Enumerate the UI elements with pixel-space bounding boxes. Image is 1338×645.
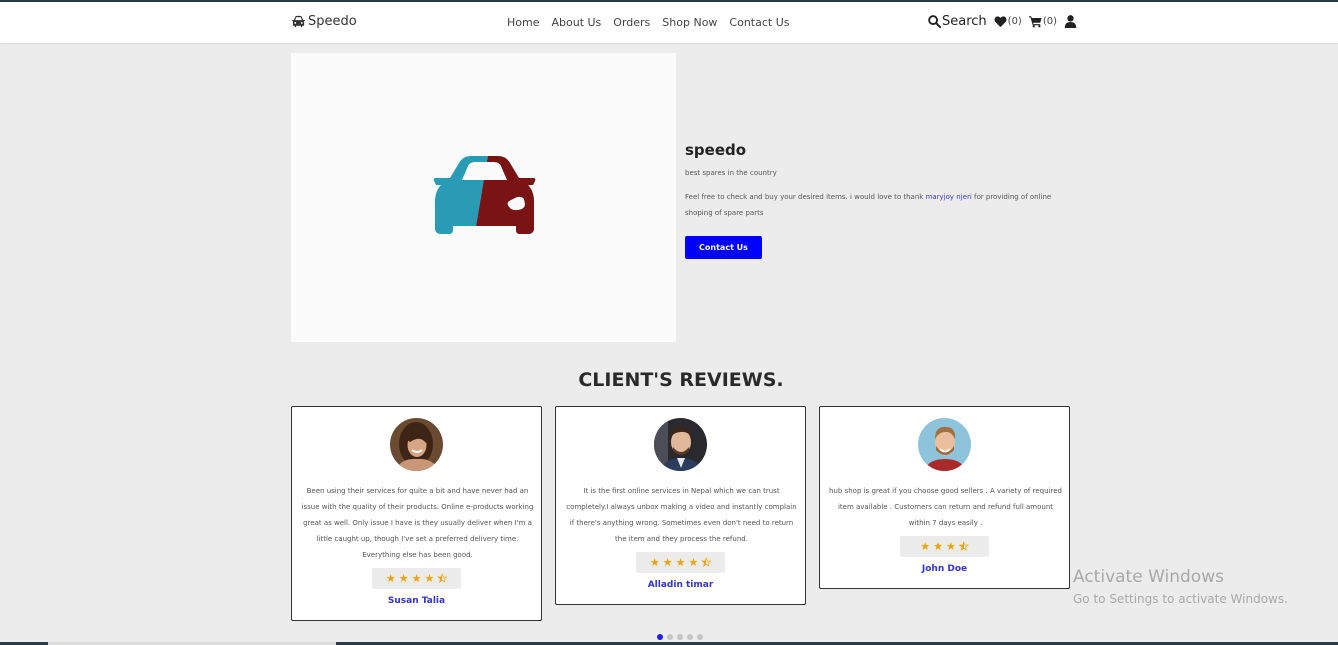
nav-link-home[interactable]: Home (507, 16, 539, 29)
windows-watermark-subtitle: Go to Settings to activate Windows. (1073, 592, 1288, 606)
star-icon: ★ (424, 572, 435, 585)
avatar (654, 418, 707, 471)
search-button[interactable]: Search (928, 14, 987, 29)
star-icon: ★ (933, 540, 943, 553)
star-half-icon: ★ (701, 556, 712, 569)
review-card: It is the first online services in Nepal… (555, 406, 806, 605)
star-icon: ★ (411, 572, 422, 585)
heart-icon (994, 16, 1007, 28)
car-logo-icon (433, 156, 536, 234)
reviews-heading: CLIENT'S REVIEWS. (578, 369, 784, 391)
brand-name: Speedo (308, 14, 357, 29)
logo-right-half (474, 156, 536, 234)
star-icon: ★ (920, 540, 931, 553)
review-card: Been using their services for quite a bi… (291, 406, 542, 621)
carousel-dots (657, 634, 703, 640)
rating-stars: ★ ★ ★ ★ ★ (372, 568, 461, 589)
search-label: Search (942, 14, 987, 29)
star-icon: ★ (946, 540, 956, 553)
reviewer-name: Alladin timar (647, 580, 714, 590)
nav-link-about[interactable]: About Us (551, 16, 601, 29)
search-icon (928, 15, 941, 28)
navbar: Speedo Home About Us Orders Shop Now Con… (0, 2, 1338, 43)
wishlist-button[interactable]: (0) (994, 15, 1022, 28)
reviewer-name: John Doe (921, 564, 968, 574)
avatar (918, 418, 971, 471)
cart-icon (1028, 16, 1042, 28)
windows-watermark-title: Activate Windows (1073, 567, 1224, 587)
review-text: Been using their services for quite a bi… (301, 487, 534, 559)
rating-stars: ★ ★ ★ ★ ★ (636, 552, 725, 573)
star-half-icon: ★ (958, 540, 969, 553)
nav-link-orders[interactable]: Orders (613, 16, 650, 29)
star-icon: ★ (675, 556, 686, 569)
user-icon (1064, 15, 1077, 28)
contact-us-button[interactable]: Contact Us (685, 236, 762, 259)
reviewer-photo-icon (390, 418, 443, 471)
hero-description: Feel free to check and buy your desired … (685, 189, 1065, 221)
reviewer-photo-icon (654, 418, 707, 471)
cart-count: (0) (1042, 16, 1058, 27)
credit-link[interactable]: maryjoy njeri (926, 193, 972, 201)
avatar (390, 418, 443, 471)
review-text: It is the first online services in Nepal… (566, 487, 797, 543)
carousel-dot[interactable] (657, 634, 663, 640)
star-icon: ★ (662, 556, 673, 569)
brand-link[interactable]: Speedo (291, 14, 357, 29)
carousel-dot[interactable] (677, 634, 683, 640)
nav-link-shop[interactable]: Shop Now (662, 16, 717, 29)
star-icon: ★ (385, 572, 396, 585)
reviewer-photo-icon (918, 418, 971, 471)
hero-image (291, 53, 676, 342)
star-half-icon: ★ (437, 572, 448, 585)
nav-actions: Search (0) (0) (928, 14, 1077, 29)
rating-stars: ★ ★ ★ ★ (900, 536, 989, 557)
hero-desc-before: Feel free to check and buy your desired … (685, 193, 926, 201)
carousel-dot[interactable] (697, 634, 703, 640)
hero-tagline: best spares in the country (685, 169, 777, 177)
nav-link-contact[interactable]: Contact Us (729, 16, 789, 29)
star-icon: ★ (688, 556, 699, 569)
account-button[interactable] (1064, 15, 1077, 28)
hero-title: speedo (685, 141, 747, 159)
review-text: hub shop is great if you choose good sel… (829, 487, 1062, 527)
reviewer-name: Susan Talia (387, 596, 446, 606)
hero-content: speedo best spares in the country Feel f… (685, 141, 1075, 221)
star-icon: ★ (398, 572, 409, 585)
car-icon (291, 15, 306, 28)
nav-links: Home About Us Orders Shop Now Contact Us (507, 16, 790, 29)
cart-button[interactable]: (0) (1028, 15, 1058, 28)
wishlist-count: (0) (1007, 16, 1022, 27)
review-card: hub shop is great if you choose good sel… (819, 406, 1070, 589)
carousel-dot[interactable] (687, 634, 693, 640)
carousel-dot[interactable] (667, 634, 673, 640)
star-icon: ★ (649, 556, 660, 569)
